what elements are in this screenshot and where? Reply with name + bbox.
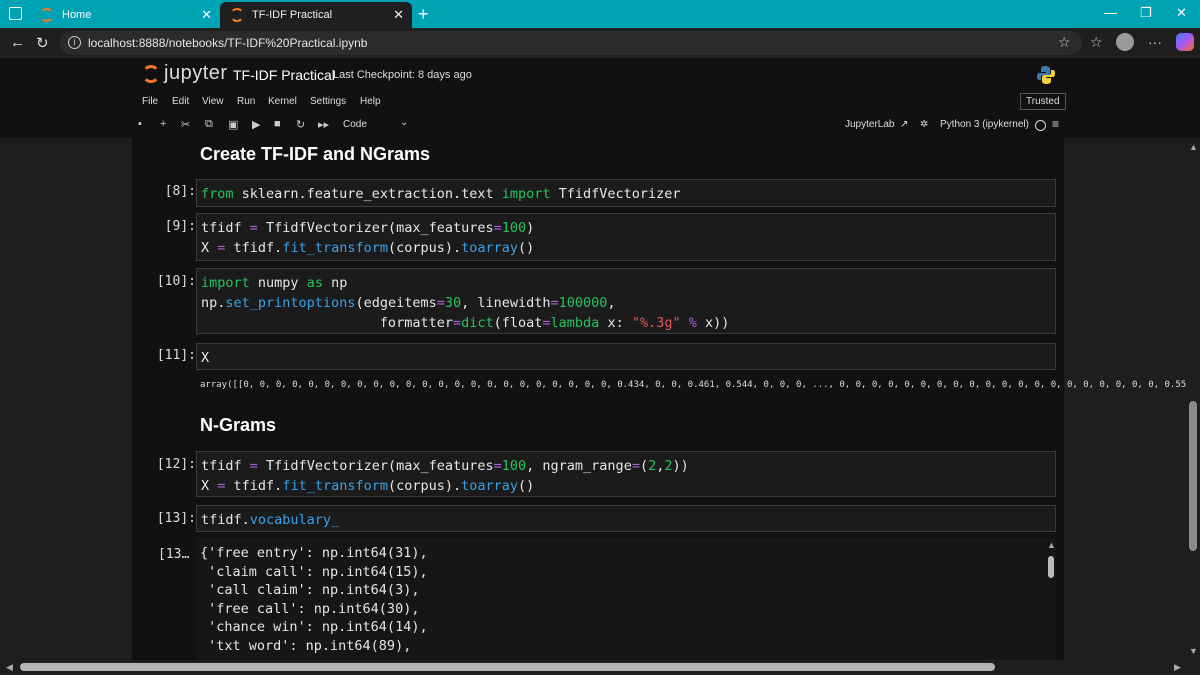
output-scrollbar[interactable]: ▲ (1046, 538, 1056, 660)
address-bar-row: ← ↻ i localhost:8888/notebooks/TF-IDF%20… (0, 28, 1200, 58)
browser-tab-home[interactable]: Home ✕ (30, 2, 220, 28)
minimize-icon[interactable]: — (1104, 5, 1117, 20)
code-cell-12[interactable]: tfidf = TfidfVectorizer(max_features=100… (196, 451, 1056, 497)
menu-file[interactable]: File (142, 96, 158, 107)
code-text: import numpy as np np.set_printoptions(e… (201, 275, 730, 331)
menu-view[interactable]: View (202, 96, 224, 107)
reload-icon[interactable]: ↻ (36, 34, 49, 52)
more-menu-icon[interactable]: ··· (1148, 34, 1162, 50)
code-cell-9[interactable]: tfidf = TfidfVectorizer(max_features=100… (196, 213, 1056, 261)
browser-tab-bar: Home ✕ TF-IDF Practical ✕ + — ❐ ✕ (0, 0, 1200, 28)
close-window-icon[interactable]: ✕ (1176, 5, 1187, 21)
interrupt-icon[interactable]: ■ (274, 118, 281, 130)
jupyter-logo-icon (142, 64, 160, 83)
code-text: from sklearn.feature_extraction.text imp… (201, 186, 681, 202)
external-link-icon[interactable]: ↗ (900, 119, 908, 130)
vocab-line: 'txt word': np.int64(89), (200, 637, 412, 654)
code-cell-11[interactable]: X (196, 343, 1056, 370)
chevron-down-icon[interactable]: ⌄ (400, 117, 408, 128)
jupyter-logo[interactable]: jupyter (142, 62, 228, 85)
horizontal-scrollbar-thumb[interactable] (20, 663, 995, 671)
back-icon[interactable]: ← (10, 34, 25, 51)
insert-cell-icon[interactable]: + (160, 118, 166, 130)
code-cell-10[interactable]: import numpy as np np.set_printoptions(e… (196, 268, 1056, 334)
menu-run[interactable]: Run (237, 96, 255, 107)
jupyter-favicon-icon (230, 8, 244, 22)
output-array: array([[0, 0, 0, 0, 0, 0, 0, 0, 0, 0, 0,… (200, 380, 1187, 390)
browser-tab-notebook[interactable]: TF-IDF Practical ✕ (220, 2, 412, 28)
cell-prompt: [10]: (156, 274, 196, 289)
cell-prompt: [13]: (156, 511, 196, 526)
page-scrollbar[interactable]: ▲ ▼ (1186, 138, 1200, 660)
jupyterlab-link[interactable]: JupyterLab (845, 119, 894, 130)
code-text: tfidf = TfidfVectorizer(max_features=100… (201, 458, 689, 494)
scroll-right-icon[interactable]: ▶ (1174, 662, 1181, 673)
save-icon[interactable]: ▪ (138, 118, 142, 130)
vocab-line: 'free call': np.int64(30), (200, 600, 420, 617)
vocab-line: 'claim call': np.int64(15), (200, 563, 428, 580)
tab-label: Home (62, 9, 92, 21)
restart-run-all-icon[interactable]: ▸▸ (318, 118, 329, 131)
page-scrollbar-thumb[interactable] (1189, 401, 1197, 551)
code-text: tfidf.vocabulary_ (201, 512, 340, 528)
output-scrollbar-thumb[interactable] (1048, 556, 1054, 578)
favorite-star-icon[interactable]: ☆ (1058, 34, 1071, 51)
tab-label: TF-IDF Practical (252, 9, 333, 21)
cell-prompt: [12]: (156, 457, 196, 472)
close-tab-icon[interactable]: ✕ (201, 7, 212, 23)
paste-icon[interactable]: ▣ (228, 118, 238, 131)
scroll-left-icon[interactable]: ◀ (6, 662, 13, 673)
kernel-name[interactable]: Python 3 (ipykernel) (940, 119, 1029, 130)
trusted-badge[interactable]: Trusted (1020, 93, 1066, 110)
cell-prompt: [9]: (164, 219, 196, 234)
menu-settings[interactable]: Settings (310, 96, 346, 107)
favorites-icon[interactable]: ☆ (1090, 34, 1103, 51)
last-checkpoint: Last Checkpoint: 8 days ago (333, 69, 472, 81)
vocab-output: {'free entry': np.int64(31), 'claim call… (200, 544, 428, 655)
url-text: localhost:8888/notebooks/TF-IDF%20Practi… (88, 36, 368, 50)
kernel-status-icon (1035, 120, 1046, 131)
jupyter-header: jupyter TF-IDF Practical Last Checkpoint… (0, 58, 1200, 92)
notebook-toolbar: ▪ + ✂ ⧉ ▣ ▶ ■ ↻ ▸▸ Code ⌄ JupyterLab ↗ ✲… (0, 112, 1200, 138)
code-text: tfidf = TfidfVectorizer(max_features=100… (201, 220, 535, 256)
cell-prompt: [11]: (156, 348, 196, 363)
horizontal-scrollbar[interactable]: ◀ ▶ (0, 660, 1200, 675)
menu-kernel[interactable]: Kernel (268, 96, 297, 107)
code-cell-13[interactable]: tfidf.vocabulary_ (196, 505, 1056, 532)
notebook-title[interactable]: TF-IDF Practical (233, 67, 335, 83)
copy-icon[interactable]: ⧉ (205, 118, 213, 131)
cell-type-select[interactable]: Code (343, 119, 367, 130)
sidebar-toggle-icon[interactable] (9, 7, 22, 20)
url-field[interactable]: i localhost:8888/notebooks/TF-IDF%20Prac… (60, 31, 1082, 55)
vocab-line: 'call claim': np.int64(3), (200, 582, 420, 598)
cell-prompt: [8]: (164, 184, 196, 199)
menu-edit[interactable]: Edit (172, 96, 189, 107)
code-cell-8[interactable]: from sklearn.feature_extraction.text imp… (196, 179, 1056, 207)
vocab-line: 'chance win': np.int64(14), (200, 619, 428, 635)
hamburger-menu-icon[interactable]: ≡ (1052, 117, 1059, 131)
scroll-down-icon[interactable]: ▼ (1189, 646, 1198, 656)
jupyter-favicon-icon (40, 8, 54, 22)
menu-help[interactable]: Help (360, 96, 381, 107)
notebook-area: Create TF-IDF and NGrams [8]: from sklea… (0, 138, 1200, 660)
close-tab-icon[interactable]: ✕ (393, 7, 404, 23)
cut-icon[interactable]: ✂ (181, 118, 190, 131)
python-logo-icon (1037, 66, 1055, 84)
menu-bar: File Edit View Run Kernel Settings Help … (0, 92, 1200, 112)
heading-create-tfidf: Create TF-IDF and NGrams (200, 144, 431, 164)
run-icon[interactable]: ▶ (252, 118, 260, 131)
heading-ngrams: N-Grams (200, 415, 277, 435)
new-tab-icon[interactable]: + (418, 4, 429, 25)
gear-icon[interactable]: ✲ (920, 119, 928, 130)
restart-icon[interactable]: ↻ (296, 118, 305, 131)
copilot-icon[interactable] (1176, 33, 1194, 51)
vocab-line: {'free entry': np.int64(31), (200, 545, 428, 561)
site-info-icon[interactable]: i (68, 36, 81, 49)
jupyter-logo-text: jupyter (164, 62, 228, 84)
code-text: X (201, 350, 210, 366)
scroll-up-icon[interactable]: ▲ (1047, 540, 1056, 550)
profile-avatar[interactable] (1116, 33, 1134, 51)
scroll-up-icon[interactable]: ▲ (1189, 142, 1198, 152)
restore-icon[interactable]: ❐ (1140, 5, 1152, 21)
